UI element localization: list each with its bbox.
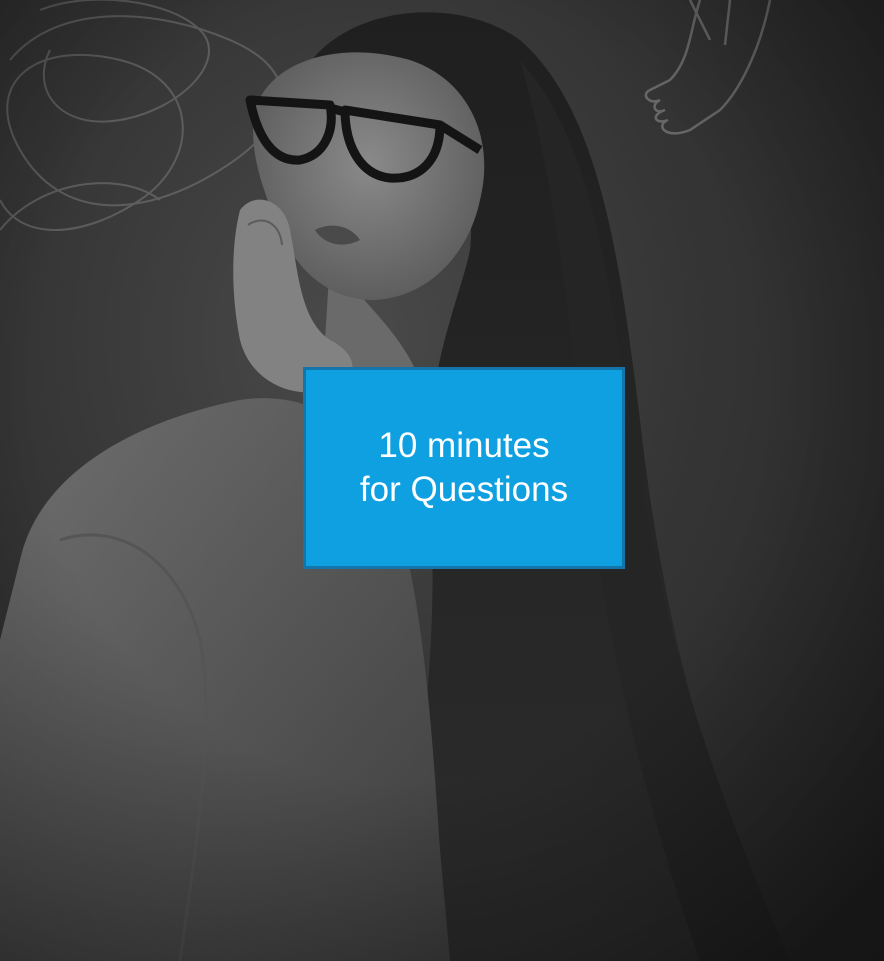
questions-callout-box: 10 minutes for Questions [303, 367, 625, 569]
callout-line-duration: 10 minutes [378, 426, 550, 465]
callout-line-topic: for Questions [359, 470, 569, 509]
slide: 10 minutes for Questions [0, 0, 884, 961]
questions-callout-text: 10 minutes for Questions [360, 424, 568, 512]
